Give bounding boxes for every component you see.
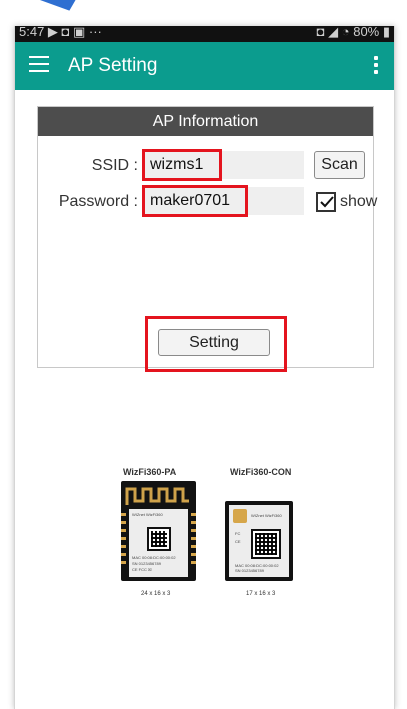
left-margin xyxy=(0,0,14,709)
dimensions-pa: 24 x 16 x 3 xyxy=(141,591,171,597)
decorative-arrow-shape xyxy=(40,0,92,19)
ssid-label: SSID : xyxy=(91,157,138,174)
hamburger-menu-icon[interactable] xyxy=(29,56,51,74)
product-name-pa: WizFi360-PA xyxy=(123,467,177,477)
app-title: AP Setting xyxy=(68,55,158,76)
status-bar: 5:47 ▶ ◘ ▣ ··· ◘ ◢ ◔ 80% ▮ xyxy=(15,26,394,42)
password-input[interactable] xyxy=(144,187,304,215)
dimensions-con: 17 x 16 x 3 xyxy=(246,591,276,597)
module-brand-text-con: WIZnet WizFi360 xyxy=(251,513,282,518)
scan-button[interactable]: Scan xyxy=(314,151,365,179)
qr-code xyxy=(147,527,171,551)
card-header: AP Information xyxy=(38,107,373,136)
pcb-antenna-icon xyxy=(125,487,189,505)
qr-code-con xyxy=(251,529,281,559)
wizfi360-con-module-image: WIZnet WizFi360 FC CE MAC 00:08:DC:00:00… xyxy=(225,501,293,581)
overflow-menu-icon[interactable] xyxy=(374,56,380,76)
setting-button[interactable]: Setting xyxy=(158,329,270,356)
module-brand-text: WIZnet WizFi360 xyxy=(132,512,163,517)
phone-screen: 5:47 ▶ ◘ ▣ ··· ◘ ◢ ◔ 80% ▮ AP Setting AP… xyxy=(14,26,395,709)
ssid-input[interactable] xyxy=(144,151,304,179)
app-bar: AP Setting xyxy=(15,42,394,90)
right-margin xyxy=(395,0,407,709)
show-label: show xyxy=(340,193,378,210)
ap-information-card: AP Information SSID : Scan Password : sh… xyxy=(37,106,378,372)
status-right: ◘ ◢ ◔ 80% ▮ xyxy=(316,26,390,39)
status-left: 5:47 ▶ ◘ ▣ ··· xyxy=(19,26,102,39)
product-name-con: WizFi360-CON xyxy=(230,467,292,477)
password-label: Password : xyxy=(58,193,138,210)
wizfi360-pa-module-image: WIZnet WizFi360 MAC 00:08:DC:00:00:02 SN… xyxy=(121,481,196,581)
u-fl-connector-icon xyxy=(233,509,247,523)
show-password-checkbox[interactable] xyxy=(316,192,336,212)
checkmark-icon xyxy=(320,196,334,208)
